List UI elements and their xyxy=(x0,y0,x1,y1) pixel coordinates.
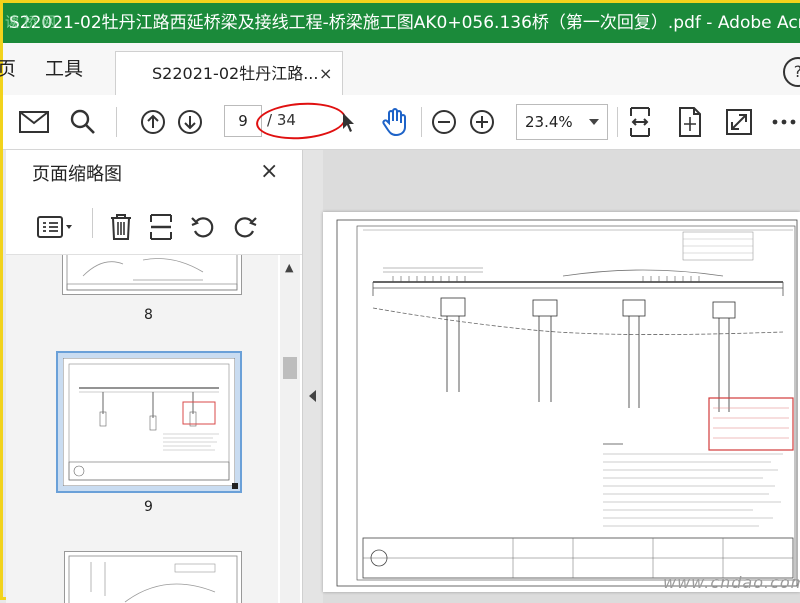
panel-collapse-bar[interactable] xyxy=(303,150,323,603)
engineering-drawing xyxy=(336,219,798,587)
fit-width-icon[interactable] xyxy=(625,95,655,149)
hand-icon[interactable] xyxy=(377,95,413,149)
options-menu-icon[interactable] xyxy=(34,210,76,244)
zoom-select[interactable]: 23.4% xyxy=(516,104,608,140)
thumbnail-page[interactable] xyxy=(64,551,242,603)
fit-page-icon[interactable] xyxy=(675,95,705,149)
watermark-text: 读 桥 网 xyxy=(5,15,56,31)
thumbnail-page[interactable] xyxy=(62,255,242,295)
document-tab-label: S22021-02牡丹江路... xyxy=(152,64,319,83)
mail-icon[interactable] xyxy=(15,95,53,149)
insert-page-icon[interactable] xyxy=(146,210,176,244)
scroll-up-icon[interactable]: ▲ xyxy=(285,261,293,274)
chevron-down-icon xyxy=(589,119,599,125)
panel-toolbar-divider xyxy=(92,208,93,238)
window-title: S22021-02牡丹江路西延桥梁及接线工程-桥梁施工图AK0+056.136桥… xyxy=(9,13,800,33)
thumbnail-page-selected[interactable] xyxy=(56,351,242,493)
trash-icon[interactable] xyxy=(106,210,136,244)
scrollbar-thumb[interactable] xyxy=(283,357,297,379)
thumbnail-label: 8 xyxy=(144,307,153,323)
thumbnails-panel: 页面缩略图 × 8 9 ▲ xyxy=(6,150,303,603)
thumbnail-list: 8 9 xyxy=(6,255,278,603)
thumbnail-label: 9 xyxy=(144,499,153,515)
thumbnail-scrollbar[interactable]: ▲ xyxy=(280,255,300,603)
search-icon[interactable] xyxy=(65,95,101,149)
more-icon[interactable] xyxy=(769,95,799,149)
window-titlebar: S22021-02牡丹江路西延桥梁及接线工程-桥梁施工图AK0+056.136桥… xyxy=(3,3,800,43)
toolbar-divider xyxy=(421,107,422,137)
zoom-value: 23.4% xyxy=(525,113,573,131)
document-tab[interactable]: S22021-02牡丹江路... × xyxy=(115,51,343,96)
menu-tools[interactable]: 工具 xyxy=(45,43,83,95)
panel-toolbar xyxy=(6,206,302,248)
panel-title: 页面缩略图 xyxy=(32,164,122,185)
fullscreen-icon[interactable] xyxy=(723,95,755,149)
resize-handle[interactable] xyxy=(232,483,238,489)
menu-home[interactable]: 页 xyxy=(0,43,16,95)
rotate-left-icon[interactable] xyxy=(188,210,218,244)
page-down-icon[interactable] xyxy=(174,95,206,149)
page-up-icon[interactable] xyxy=(137,95,169,149)
pdf-page xyxy=(323,212,800,592)
rotate-right-icon[interactable] xyxy=(230,210,260,244)
zoom-in-icon[interactable] xyxy=(467,95,497,149)
toolbar: 9 / 34 23.4% xyxy=(3,95,800,150)
toolbar-divider xyxy=(116,107,117,137)
corner-watermark: www.cndao.com xyxy=(663,573,800,592)
toolbar-divider xyxy=(617,107,618,137)
menubar: 页 工具 S22021-02牡丹江路... × xyxy=(0,43,800,96)
zoom-out-icon[interactable] xyxy=(429,95,459,149)
select-arrow-icon[interactable] xyxy=(337,95,359,149)
close-panel-icon[interactable]: × xyxy=(260,160,278,184)
document-viewer[interactable] xyxy=(323,150,800,603)
collapse-arrow-icon[interactable] xyxy=(309,390,316,402)
close-tab-icon[interactable]: × xyxy=(319,52,332,96)
